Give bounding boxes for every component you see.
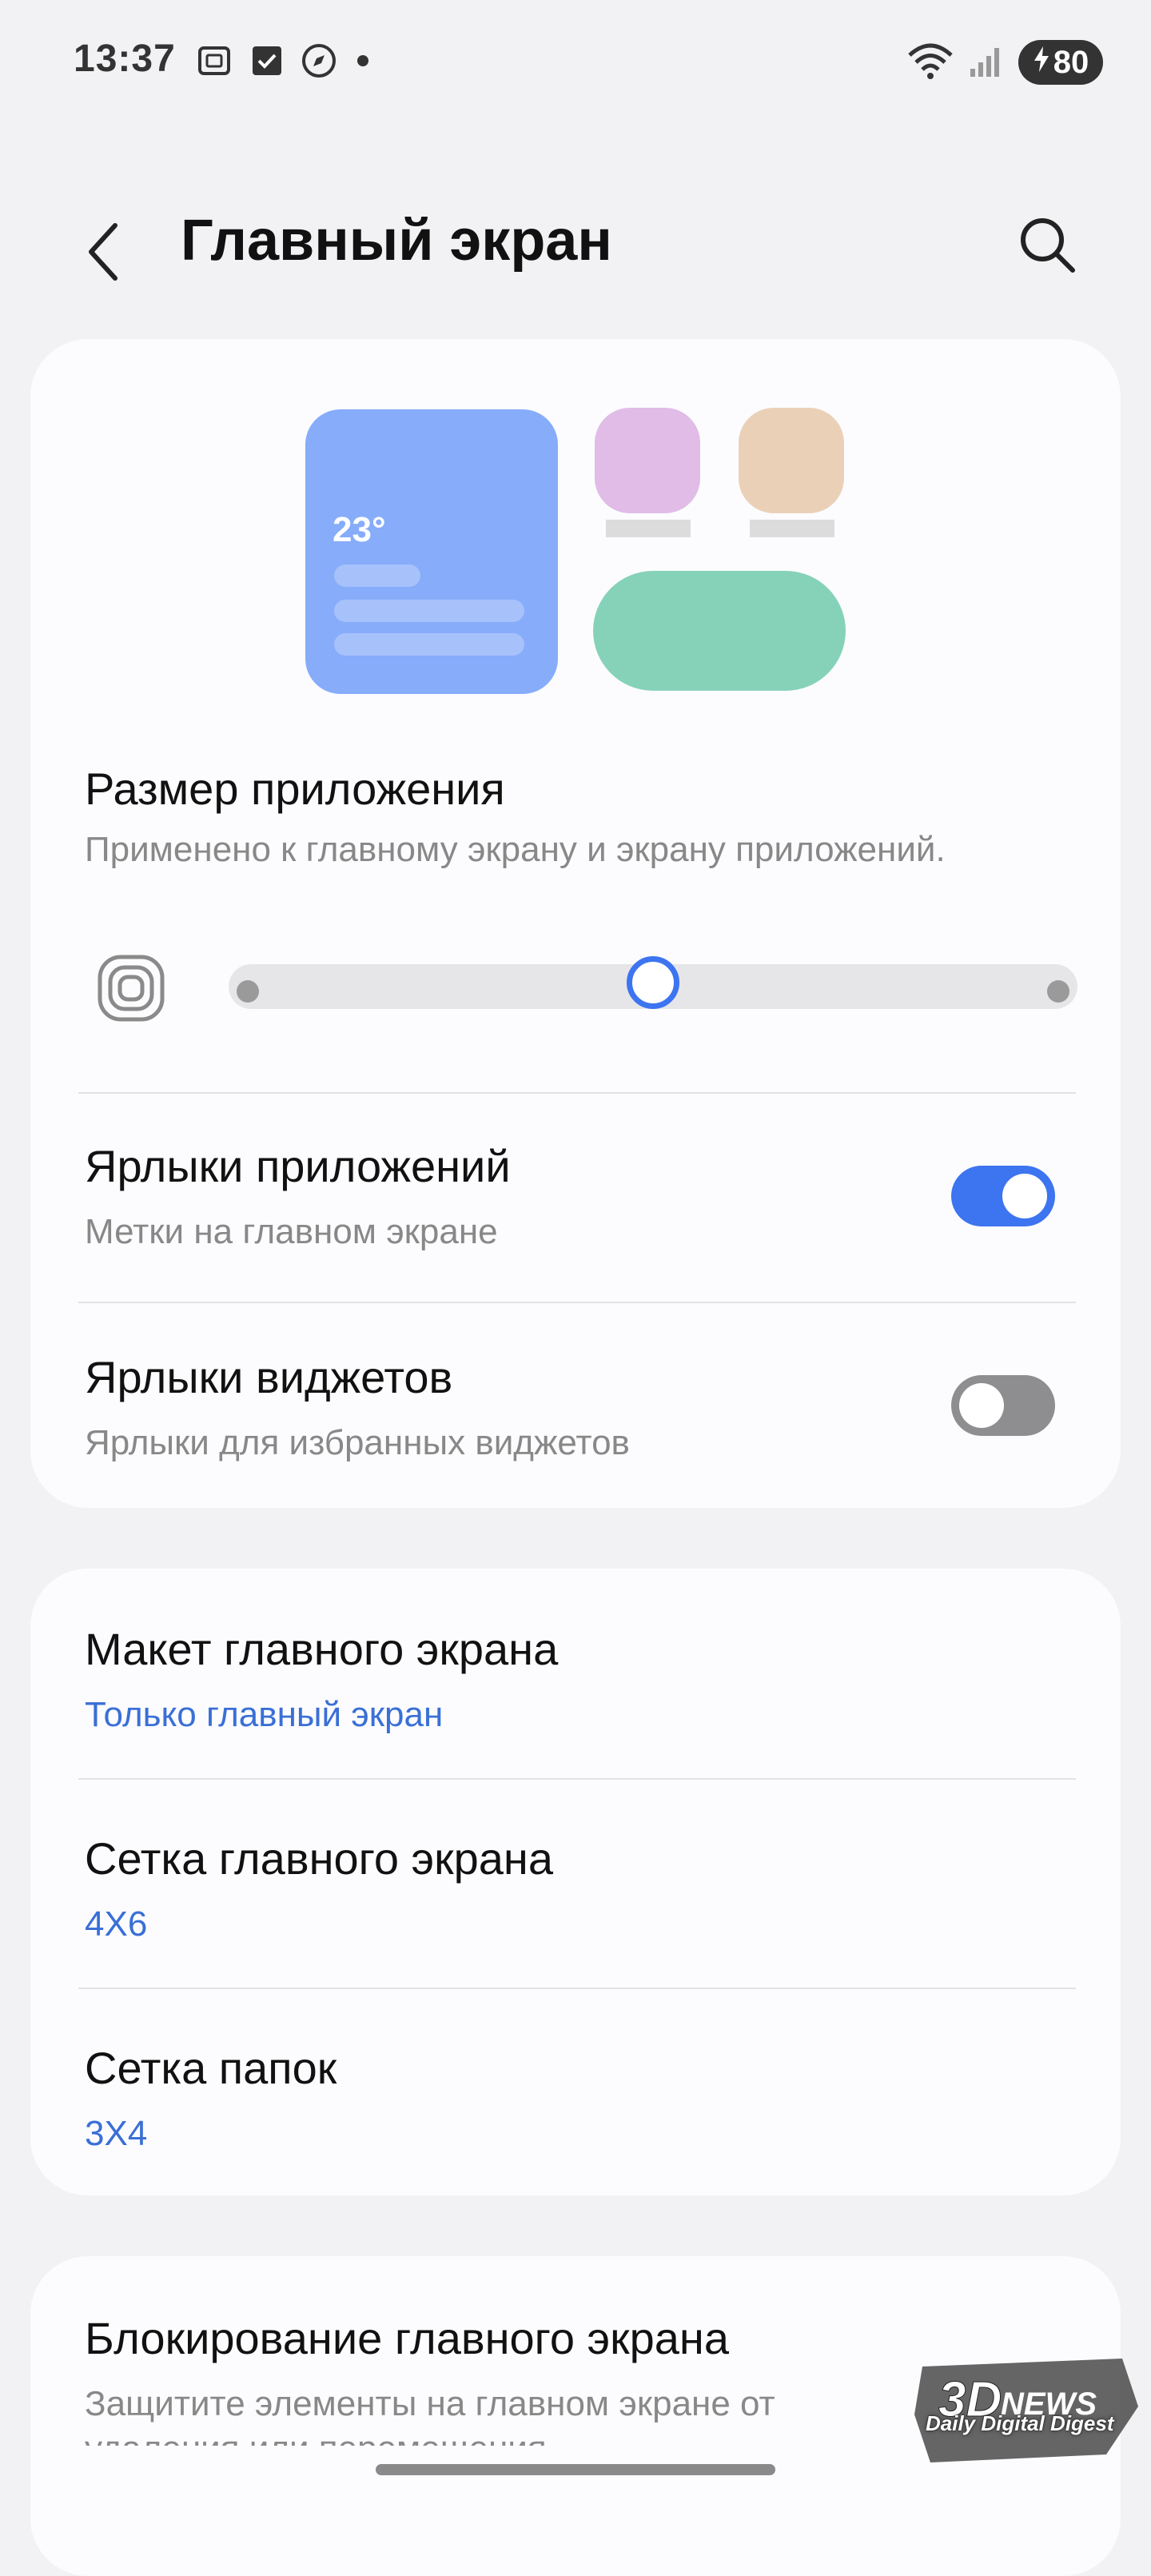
- layout-settings-card: Макет главного экрана Только главный экр…: [30, 1569, 1121, 2195]
- widget-labels-toggle[interactable]: [951, 1375, 1055, 1436]
- preview-app-icon: [595, 408, 700, 513]
- app-labels-title: Ярлыки приложений: [85, 1141, 511, 1191]
- system-icons: 80: [906, 40, 1103, 85]
- charging-icon: [1033, 45, 1050, 81]
- folder-grid-value: 3X4: [85, 2114, 148, 2153]
- watermark-tagline: Daily Digital Digest: [926, 2411, 1114, 2435]
- preview-app-label: [606, 520, 691, 537]
- preview-app-icon: [739, 408, 844, 513]
- page-title: Главный экран: [181, 209, 612, 273]
- battery-indicator: 80: [1018, 40, 1103, 85]
- toggle-knob: [1002, 1174, 1047, 1218]
- app-size-subtitle: Применено к главному экрану и экрану при…: [85, 830, 946, 869]
- slider-thumb[interactable]: [627, 956, 679, 1009]
- status-time: 13:37: [74, 38, 176, 80]
- battery-level: 80: [1053, 44, 1089, 80]
- divider: [78, 1778, 1076, 1780]
- 3dnews-logo: 3D NEWS: [914, 2359, 1138, 2462]
- app-appearance-card: 23° Размер приложения Применено к главно…: [30, 339, 1121, 1508]
- widget-labels-subtitle: Ярлыки для избранных виджетов: [85, 1423, 630, 1462]
- preview-weather-widget: 23°: [305, 409, 558, 694]
- slider-min-dot: [237, 980, 259, 1003]
- 3dnews-watermark: 3D NEWS Daily Digital Digest: [906, 2343, 1146, 2478]
- chevron-left-icon: [89, 223, 117, 281]
- preview-placeholder-bar: [334, 633, 524, 656]
- home-grid-value: 4X6: [85, 1904, 148, 1944]
- notification-icons: [195, 42, 371, 84]
- preview-app-label: [750, 520, 834, 537]
- back-button[interactable]: [77, 216, 133, 288]
- divider: [78, 1302, 1076, 1303]
- preview-pill-widget: [593, 571, 846, 691]
- home-layout-value: Только главный экран: [85, 1695, 444, 1734]
- home-screen-preview: 23°: [30, 339, 1121, 707]
- preview-temperature: 23°: [333, 510, 386, 549]
- folder-grid-title: Сетка папок: [85, 2043, 337, 2093]
- preview-placeholder-bar: [334, 564, 420, 587]
- signal-icon: [969, 43, 1004, 82]
- divider: [78, 1092, 1076, 1094]
- app-header: Главный экран: [0, 176, 1151, 312]
- gesture-bar[interactable]: [376, 2464, 775, 2475]
- home-grid-title: Сетка главного экрана: [85, 1833, 553, 1884]
- preview-placeholder-bar: [334, 600, 524, 622]
- app-size-title: Размер приложения: [85, 764, 505, 814]
- slider-max-dot: [1047, 980, 1069, 1003]
- toggle-knob: [959, 1383, 1004, 1428]
- wifi-icon: [906, 41, 954, 85]
- app-size-icon: [98, 955, 165, 1022]
- widget-labels-title: Ярлыки виджетов: [85, 1352, 453, 1402]
- search-button[interactable]: [1015, 213, 1079, 277]
- lock-home-title: Блокирование главного экрана: [85, 2313, 729, 2363]
- home-layout-title: Макет главного экрана: [85, 1624, 559, 1674]
- screenshot-icon: [195, 42, 233, 84]
- app-labels-subtitle: Метки на главном экране: [85, 1212, 498, 1251]
- app-size-slider[interactable]: [229, 956, 1077, 1009]
- lock-home-subtitle-line2: удаления или перемещения.: [85, 2429, 556, 2468]
- dot-icon: [355, 53, 371, 73]
- lock-home-subtitle-line1: Защитите элементы на главном экране от: [85, 2384, 775, 2423]
- compass-icon: [301, 42, 337, 83]
- checkbox-icon: [251, 45, 283, 81]
- search-icon: [1021, 218, 1075, 273]
- app-labels-toggle[interactable]: [951, 1166, 1055, 1226]
- status-bar: 13:37 80: [0, 0, 1151, 128]
- divider: [78, 1988, 1076, 1989]
